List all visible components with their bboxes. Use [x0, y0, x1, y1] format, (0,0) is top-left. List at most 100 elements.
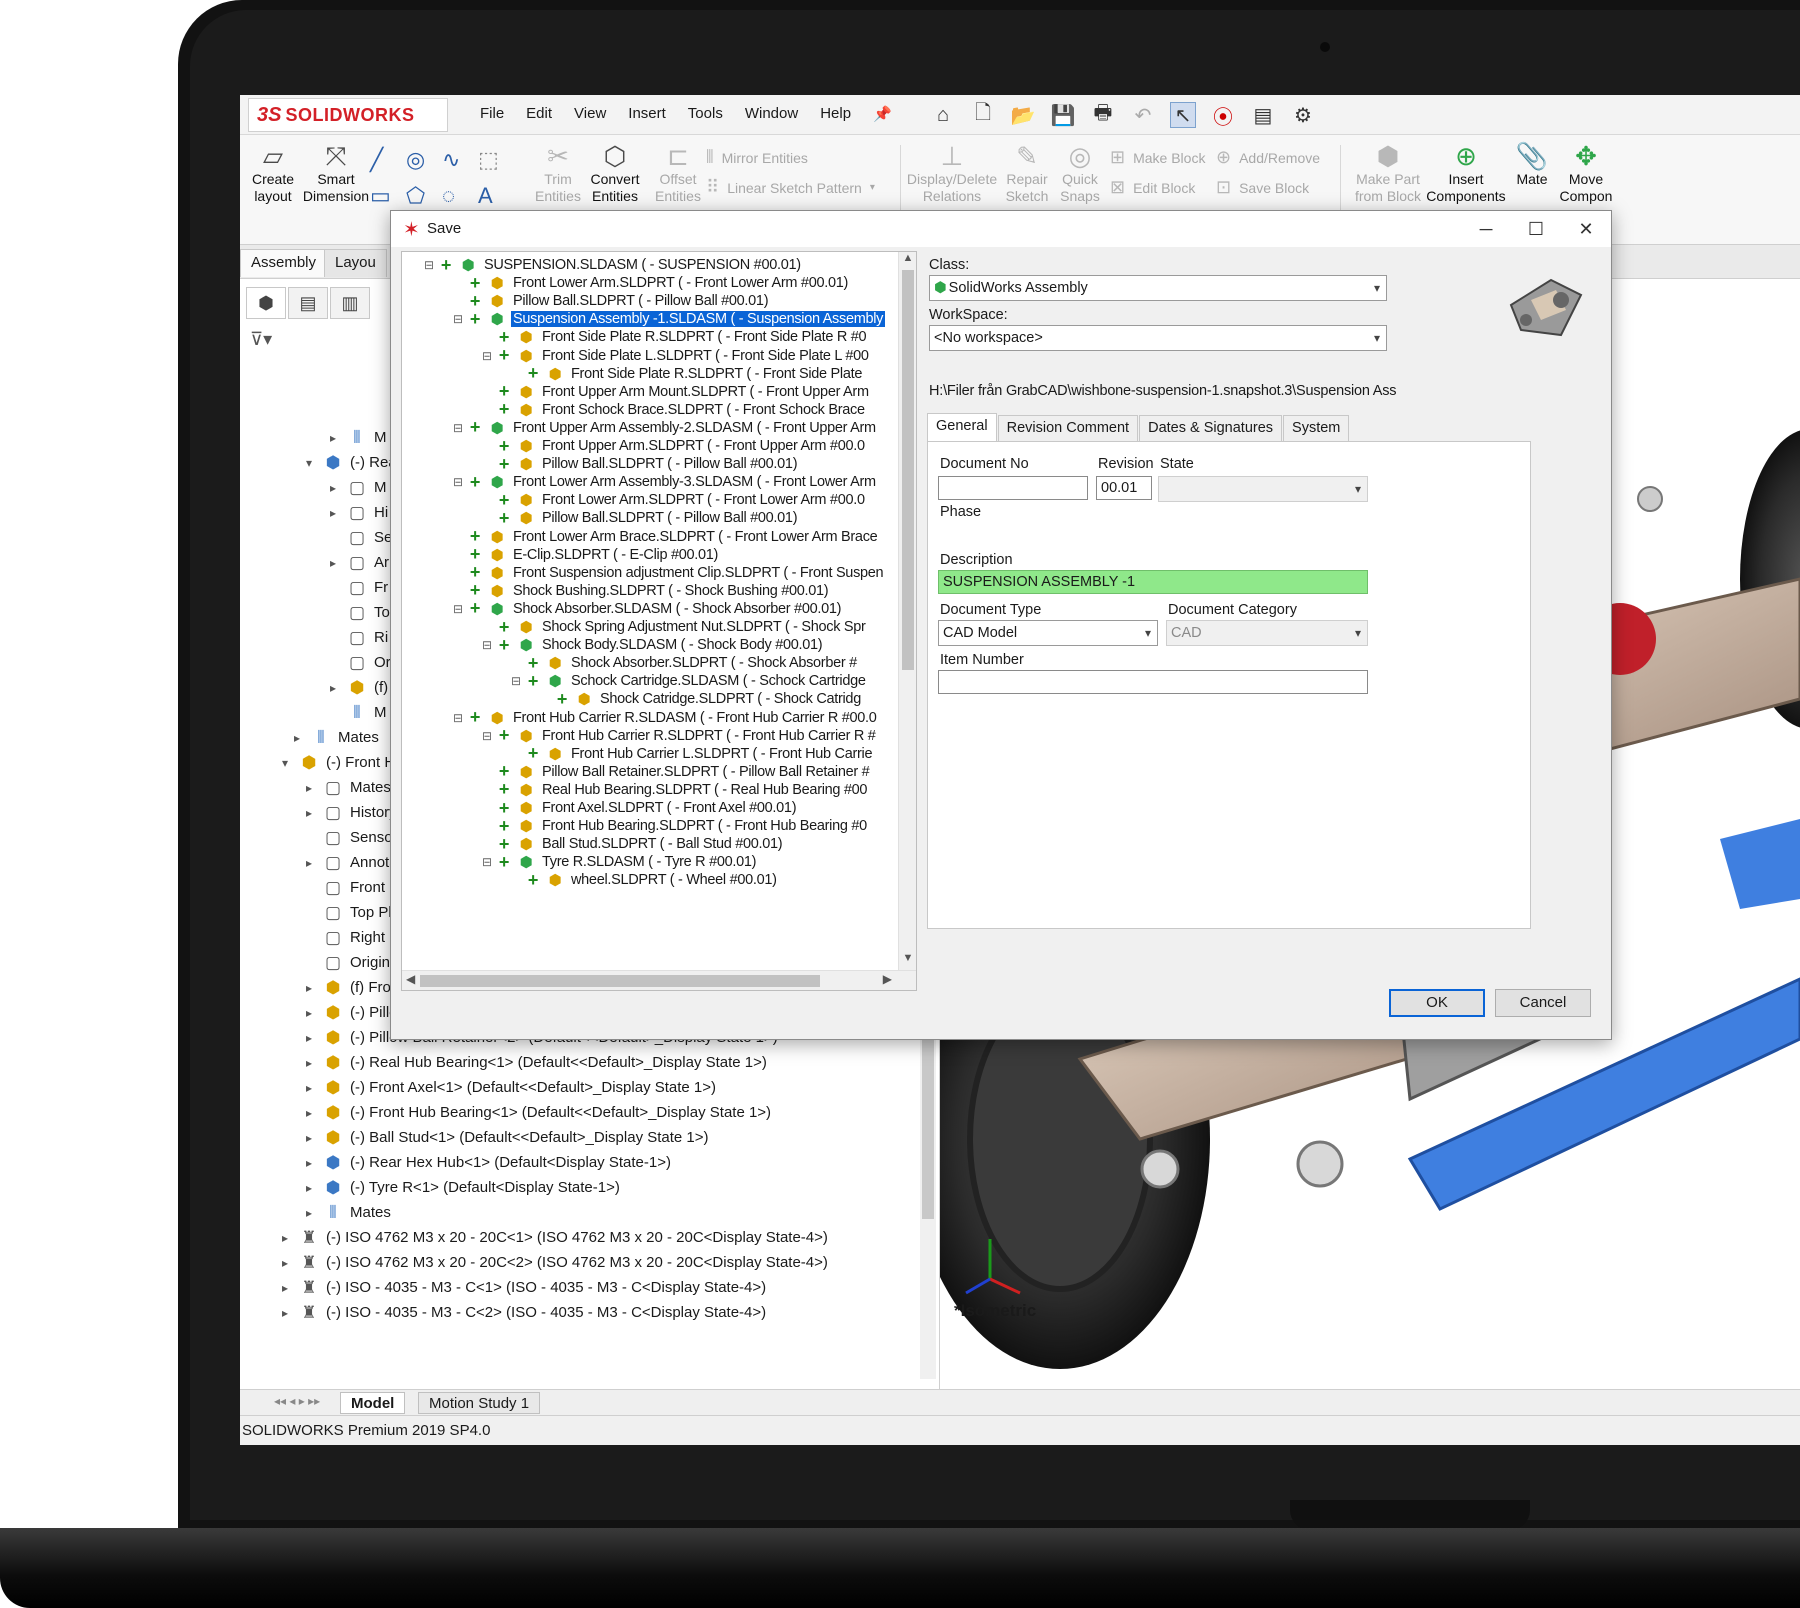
scrollbar-thumb[interactable]	[922, 1019, 934, 1219]
collapse-toggle-icon[interactable]: ⊟	[453, 421, 467, 435]
tab-layout[interactable]: Layou	[324, 249, 387, 277]
options-gear-icon[interactable]: ⚙	[1290, 102, 1316, 128]
save-icon[interactable]: 💾	[1050, 102, 1076, 128]
arc-icon[interactable]: ◌	[442, 183, 478, 209]
reference-tree-item[interactable]: + ⬢ Shock Absorber.SLDPRT ( - Shock Absorb…	[511, 653, 859, 673]
reference-tree-item[interactable]: + ⬢ Shock Catridge.SLDPRT ( - Shock Catrid…	[540, 689, 863, 709]
quick-snaps-button[interactable]: ◎ Quick Snaps	[1058, 141, 1102, 205]
expand-toggle-icon[interactable]: ▸	[306, 981, 322, 995]
reference-tree-item[interactable]: ⊟ + ⬢ Front Lower Arm Assembly-3.SLDASM ( -…	[453, 472, 878, 492]
reference-tree-item[interactable]: + ⬢ Front Lower Arm.SLDPRT ( - Front Lower…	[453, 273, 850, 293]
reference-tree-item[interactable]: + ⬢ Pillow Ball.SLDPRT ( - Pillow Ball #00…	[482, 454, 799, 474]
close-icon[interactable]: ✕	[1561, 215, 1611, 243]
tab-dates-signatures[interactable]: Dates & Signatures	[1139, 415, 1283, 441]
feature-tree-item[interactable]: ▢ Top Pla	[306, 900, 400, 925]
select-pointer-icon[interactable]: ↖	[1170, 102, 1196, 128]
feature-tree-item[interactable]: ▸ ⬢ (-) Front Hub Bearing<1> (Default<<Def…	[306, 1100, 771, 1125]
print-icon[interactable]: 🖶	[1090, 102, 1116, 128]
expand-toggle-icon[interactable]: ▸	[282, 1256, 298, 1270]
reference-tree-item[interactable]: + ⬢ wheel.SLDPRT ( - Wheel #00.01)	[511, 870, 779, 890]
rebuild-traffic-light-icon[interactable]: ⦿	[1210, 102, 1236, 129]
file-properties-icon[interactable]: ▤	[1250, 102, 1276, 128]
expand-toggle-icon[interactable]: ▸	[306, 1181, 322, 1195]
scrollbar-thumb[interactable]	[420, 975, 820, 987]
expand-toggle-icon[interactable]: ▸	[330, 506, 346, 520]
reference-tree-item[interactable]: + ⬢ Pillow Ball Retainer.SLDPRT ( - Pillow…	[482, 761, 871, 782]
tab-general[interactable]: General	[927, 413, 997, 441]
revision-input[interactable]: 00.01	[1096, 476, 1152, 500]
offset-entities-button[interactable]: ⊏ Offset Entities	[650, 141, 706, 205]
expand-toggle-icon[interactable]: ▸	[330, 481, 346, 495]
menu-insert[interactable]: Insert	[628, 105, 666, 123]
solidworks-logo[interactable]: 3S SOLIDWORKS	[248, 98, 448, 132]
reference-tree-item[interactable]: + ⬢ Ball Stud.SLDPRT ( - Ball Stud #00.01)	[482, 834, 784, 854]
dialog-title-bar[interactable]: ✶ Save ─ ☐ ✕	[391, 211, 1611, 247]
chevron-down-icon[interactable]: ▾	[870, 182, 875, 193]
expand-toggle-icon[interactable]: ▸	[330, 556, 346, 570]
expand-toggle-icon[interactable]: ▸	[330, 431, 346, 445]
expand-toggle-icon[interactable]: ▸	[294, 731, 310, 745]
reference-tree-item[interactable]: + ⬢ Front Axel.SLDPRT ( - Front Axel #00.0…	[482, 798, 798, 818]
class-dropdown[interactable]: ⬢ SolidWorks Assembly ▾	[929, 275, 1387, 301]
feature-tree-item[interactable]: ▾ ⬢ (-) Rea	[306, 450, 397, 475]
rectangle-icon[interactable]: ▭	[370, 183, 406, 209]
feature-tree-item[interactable]: ▸ ⬢ (-) Tyre R<1> (Default<Display State-1…	[306, 1175, 620, 1200]
expand-toggle-icon[interactable]: ▸	[306, 1131, 322, 1145]
feature-tree-item[interactable]: ▸ ♜ (-) ISO 4762 M3 x 20 - 20C<2> (ISO 476…	[282, 1250, 828, 1275]
scroll-left-icon[interactable]: ◀	[406, 972, 415, 986]
state-dropdown[interactable]: ▾	[1158, 476, 1368, 502]
menu-window[interactable]: Window	[745, 105, 798, 123]
property-manager-tab-icon[interactable]: ▤	[288, 287, 328, 319]
collapse-toggle-icon[interactable]: ⊟	[424, 258, 438, 272]
feature-tree-item[interactable]: ▢ Or	[330, 650, 391, 675]
smart-dimension-button[interactable]: ⤧ Smart Dimension	[296, 141, 376, 205]
collapse-toggle-icon[interactable]: ⊟	[453, 475, 467, 489]
rectangle-select-icon[interactable]: ⬚	[478, 147, 514, 173]
reference-tree-item[interactable]: + ⬢ Front Side Plate R.SLDPRT ( - Front Si…	[511, 363, 864, 384]
reference-tree-item[interactable]: ⊟ + ⬢ Front Hub Carrier R.SLDPRT ( - Front …	[482, 725, 878, 746]
collapse-toggle-icon[interactable]: ⊟	[482, 729, 496, 743]
display-delete-relations-button[interactable]: ⊥ Display/Delete Relations	[906, 141, 998, 205]
menu-edit[interactable]: Edit	[526, 105, 552, 123]
line-icon[interactable]: ╱	[370, 147, 406, 173]
collapse-toggle-icon[interactable]: ⊟	[482, 349, 496, 363]
pin-icon[interactable]: 📌	[873, 105, 892, 123]
feature-tree-item[interactable]: ▸ ⬢ (f)	[330, 675, 388, 700]
reference-tree-item[interactable]: + ⬢ Real Hub Bearing.SLDPRT ( - Real Hub B…	[482, 779, 869, 800]
new-document-icon[interactable]: 🗋	[970, 102, 996, 128]
feature-tree-item[interactable]: ▸ ⬢ (-) Rear Hex Hub<1> (Default<Display S…	[306, 1150, 671, 1175]
scroll-up-icon[interactable]: ▲	[899, 252, 916, 270]
workspace-dropdown[interactable]: <No workspace> ▾	[929, 325, 1387, 351]
create-layout-button[interactable]: ▱ Create layout	[248, 141, 298, 205]
feature-tree-item[interactable]: ▢ Se	[330, 525, 392, 550]
repair-sketch-button[interactable]: ✎ Repair Sketch	[1002, 141, 1052, 205]
reference-tree-item[interactable]: + ⬢ Front Upper Arm.SLDPRT ( - Front Upper…	[482, 436, 867, 456]
reference-tree-item[interactable]: + ⬢ Shock Bushing.SLDPRT ( - Shock Bushing…	[453, 580, 830, 601]
feature-tree-item[interactable]: ▸ ⬢ (-) Real Hub Bearing<1> (Default<<Defa…	[306, 1050, 767, 1075]
home-icon[interactable]: ⌂	[930, 102, 956, 128]
scroll-right-icon[interactable]: ▶	[883, 972, 892, 986]
feature-tree-item[interactable]: ▸ ▢ Annota	[306, 850, 398, 875]
expand-toggle-icon[interactable]: ▸	[282, 1231, 298, 1245]
collapse-toggle-icon[interactable]: ⊟	[453, 602, 467, 616]
tab-assembly[interactable]: Assembly	[240, 249, 328, 277]
feature-tree-item[interactable]: ▢ Front P	[306, 875, 399, 900]
reference-tree-item[interactable]: ⊟ + ⬢ Front Hub Carrier R.SLDASM ( - Front …	[453, 707, 879, 728]
document-category-dropdown[interactable]: CAD ▾	[1166, 620, 1368, 646]
document-type-dropdown[interactable]: CAD Model ▾	[938, 620, 1158, 646]
reference-tree-vscrollbar[interactable]: ▲ ▼	[898, 252, 916, 972]
reference-tree-item[interactable]: + ⬢ Front Hub Carrier L.SLDPRT ( - Front H…	[511, 743, 874, 764]
expand-toggle-icon[interactable]: ▸	[306, 1081, 322, 1095]
collapse-toggle-icon[interactable]: ⊟	[482, 855, 496, 869]
collapse-toggle-icon[interactable]: ⊟	[511, 674, 525, 688]
mirror-entities-button[interactable]: ⫴ Mirror Entities	[706, 147, 808, 168]
reference-tree-item[interactable]: + ⬢ Front Side Plate R.SLDPRT ( - Front Si…	[482, 327, 868, 347]
menu-tools[interactable]: Tools	[688, 105, 723, 123]
feature-tree-item[interactable]: ⫴ M	[330, 700, 386, 725]
feature-tree-item[interactable]: ▢ Sensor	[306, 825, 398, 850]
reference-tree-item[interactable]: ⊟ + ⬢ Suspension Assembly -1.SLDASM ( - Sus…	[453, 309, 886, 329]
add-remove-button[interactable]: ⊕ Add/Remove	[1216, 147, 1320, 168]
tab-scroll-arrows-icon[interactable]: ◂◂ ◂ ▸ ▸▸	[274, 1394, 320, 1408]
expand-toggle-icon[interactable]: ▸	[306, 1206, 322, 1220]
text-icon[interactable]: A	[478, 183, 514, 209]
